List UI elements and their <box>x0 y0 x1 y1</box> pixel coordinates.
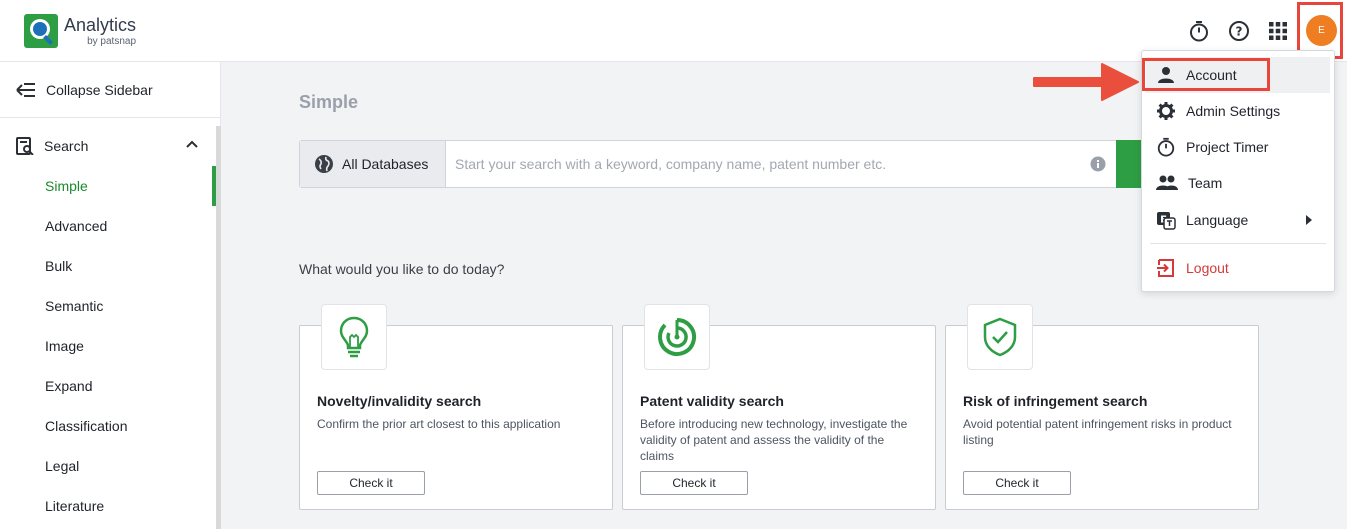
collapse-sidebar-label: Collapse Sidebar <box>46 82 153 98</box>
sidebar-item-simple[interactable]: Simple <box>0 166 216 206</box>
page-title: Simple <box>299 92 358 113</box>
sidebar-item-legal[interactable]: Legal <box>0 446 216 486</box>
sidebar-item-bulk[interactable]: Bulk <box>0 246 216 286</box>
card-description: Before introducing new technology, inves… <box>640 416 920 464</box>
database-selector-label: All Databases <box>342 156 428 172</box>
menu-item-admin-settings[interactable]: Admin Settings <box>1142 93 1334 129</box>
search-bar: All Databases <box>299 140 1139 188</box>
language-icon: E <box>1156 210 1176 230</box>
sidebar-item-advanced[interactable]: Advanced <box>0 206 216 246</box>
user-menu: Account Admin Settings Project Timer Tea… <box>1141 50 1335 292</box>
lightbulb-icon <box>321 304 387 370</box>
target-icon <box>644 304 710 370</box>
sidebar-item-expand[interactable]: Expand <box>0 366 216 406</box>
menu-item-label: Team <box>1188 175 1222 191</box>
collapse-sidebar-button[interactable]: Collapse Sidebar <box>0 62 220 118</box>
action-prompt: What would you like to do today? <box>299 261 504 277</box>
apps-grid-icon[interactable] <box>1266 19 1290 43</box>
card-description: Confirm the prior art closest to this ap… <box>317 416 597 432</box>
menu-divider <box>1150 243 1326 244</box>
annotation-arrow <box>1030 56 1142 108</box>
sidebar-item-classification[interactable]: Classification <box>0 406 216 446</box>
menu-item-logout[interactable]: Logout <box>1142 250 1334 286</box>
database-selector[interactable]: All Databases <box>300 141 446 187</box>
search-input[interactable] <box>455 141 1075 187</box>
timer-icon[interactable] <box>1187 19 1211 43</box>
sidebar-item-semantic[interactable]: Semantic <box>0 286 216 326</box>
card-infringement-risk: Risk of infringement search Avoid potent… <box>945 325 1259 510</box>
check-it-button[interactable]: Check it <box>963 471 1071 495</box>
check-it-button[interactable]: Check it <box>317 471 425 495</box>
card-title: Risk of infringement search <box>963 393 1147 409</box>
team-icon <box>1156 173 1178 193</box>
app-logo[interactable]: Analytics by patsnap <box>24 14 136 48</box>
logout-icon <box>1156 258 1176 278</box>
gear-icon <box>1156 101 1176 121</box>
check-it-button[interactable]: Check it <box>640 471 748 495</box>
menu-item-language[interactable]: E Language <box>1142 202 1334 238</box>
help-icon[interactable]: ? <box>1227 19 1251 43</box>
chevron-right-icon <box>1306 215 1312 225</box>
svg-text:?: ? <box>1236 25 1243 39</box>
globe-icon <box>314 154 334 174</box>
logo-title: Analytics <box>64 16 136 34</box>
menu-item-label: Logout <box>1186 260 1229 276</box>
menu-item-label: Language <box>1186 212 1248 228</box>
menu-item-label: Project Timer <box>1186 139 1268 155</box>
sidebar-item-literature[interactable]: Literature <box>0 486 216 526</box>
shield-check-icon <box>967 304 1033 370</box>
user-avatar[interactable]: E <box>1306 15 1337 46</box>
menu-item-label: Admin Settings <box>1186 103 1280 119</box>
card-description: Avoid potential patent infringement risk… <box>963 416 1243 448</box>
menu-item-project-timer[interactable]: Project Timer <box>1142 129 1334 165</box>
logo-subtitle: by patsnap <box>64 37 136 47</box>
sidebar-section-search[interactable]: Search <box>0 128 220 164</box>
sidebar-item-image[interactable]: Image <box>0 326 216 366</box>
chevron-up-icon <box>186 140 198 148</box>
timer-icon <box>1156 137 1176 157</box>
logo-icon <box>24 14 58 48</box>
card-patent-validity: Patent validity search Before introducin… <box>622 325 936 510</box>
menu-item-team[interactable]: Team <box>1142 165 1334 201</box>
search-doc-icon <box>16 137 34 155</box>
collapse-icon <box>16 82 36 98</box>
info-icon[interactable] <box>1090 156 1106 172</box>
account-highlight-box <box>1142 58 1270 91</box>
sidebar-section-label: Search <box>44 138 88 154</box>
card-title: Patent validity search <box>640 393 784 409</box>
card-title: Novelty/invalidity search <box>317 393 481 409</box>
sidebar: Collapse Sidebar Search Simple Advanced … <box>0 62 221 529</box>
card-novelty-search: Novelty/invalidity search Confirm the pr… <box>299 325 613 510</box>
